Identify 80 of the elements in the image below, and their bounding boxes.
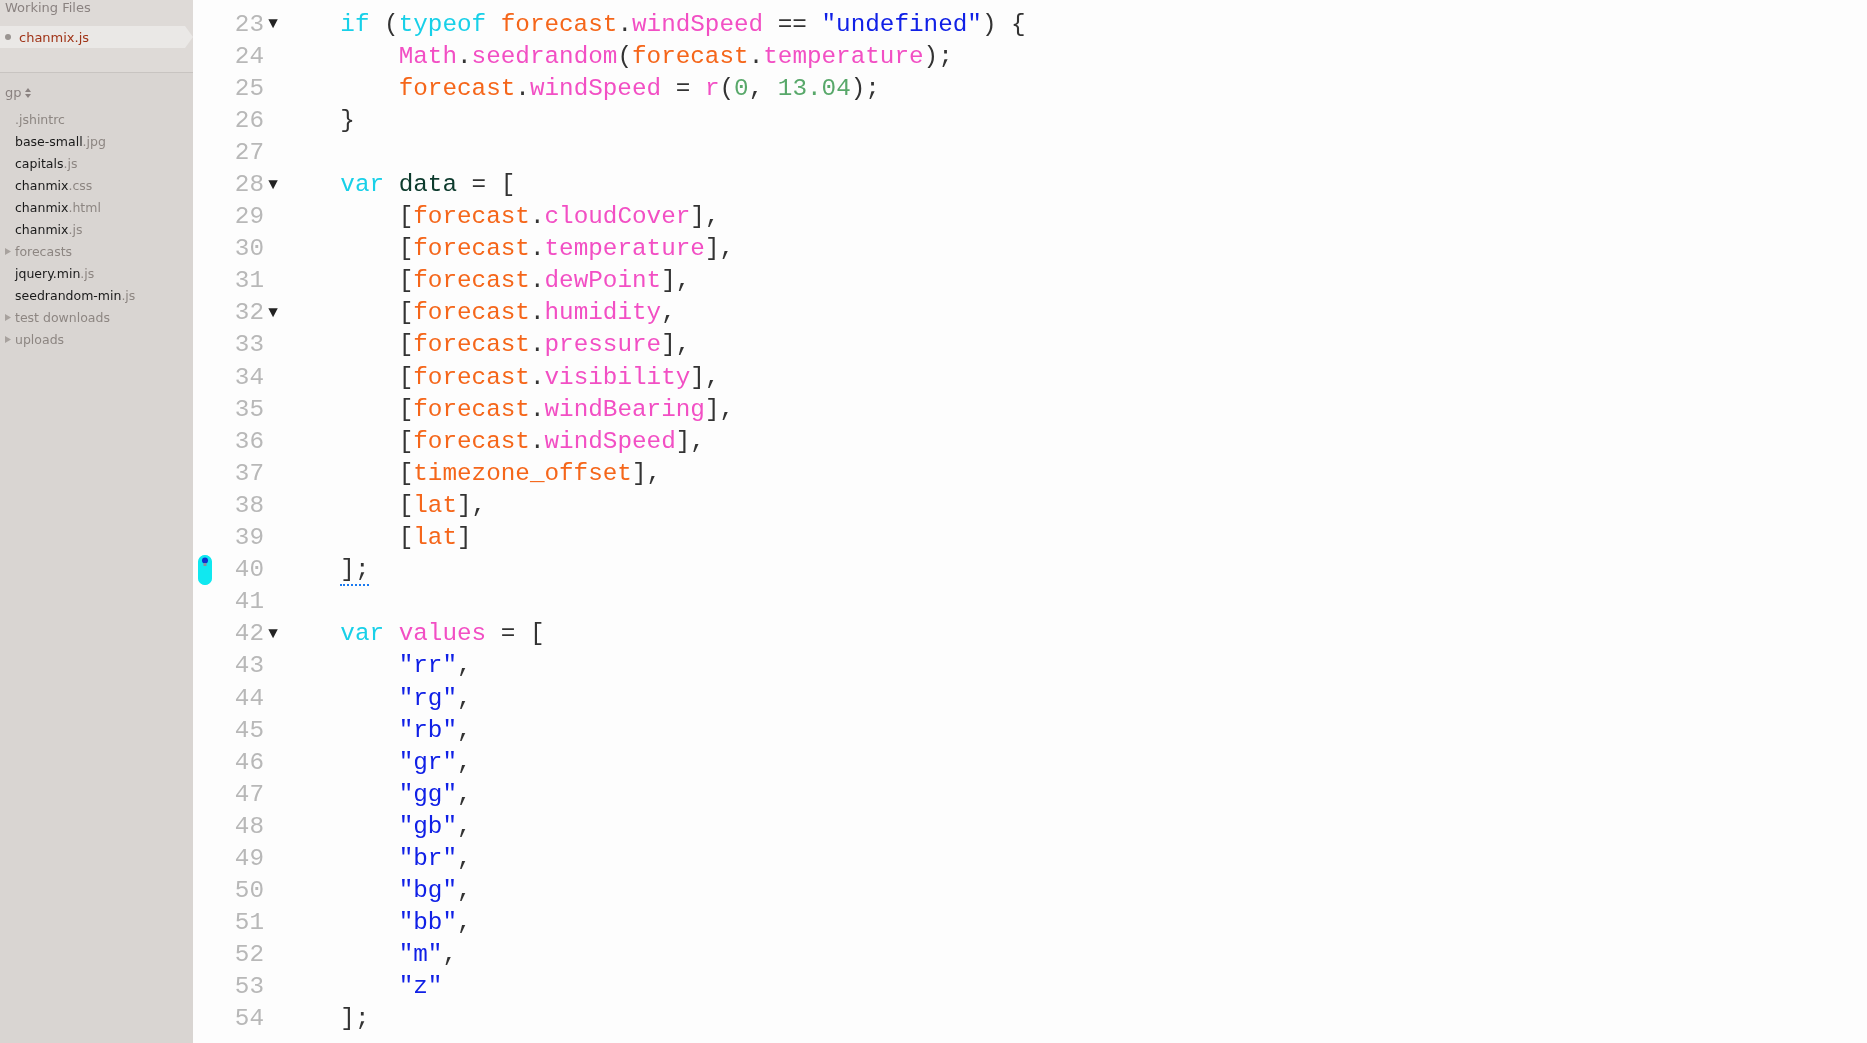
- line-number: 43: [233, 652, 264, 680]
- file-item[interactable]: seedrandom-min.js: [0, 284, 193, 306]
- code-line: var data = [: [339, 171, 516, 198]
- fold-toggle[interactable]: ▼: [268, 303, 278, 322]
- code-line: [forecast.windBearing],: [397, 395, 735, 423]
- fold-toggle[interactable]: ▼: [268, 175, 278, 194]
- line-number: 46: [233, 748, 264, 776]
- line-number: 54: [233, 1005, 264, 1033]
- line-number: 26: [233, 106, 264, 134]
- code-line: [forecast.windSpeed],: [397, 427, 705, 455]
- code-line: var values = [: [339, 620, 545, 648]
- code-line: [lat],: [397, 491, 487, 519]
- line-number: 52: [233, 941, 264, 969]
- code-line: "bg",: [397, 877, 472, 905]
- file-item[interactable]: chanmix.js: [0, 218, 193, 240]
- code-line: "z": [397, 973, 443, 1001]
- line-number: 40: [233, 556, 264, 584]
- code-line: "rb",: [397, 716, 472, 744]
- code-line: if (typeof forecast.windSpeed == "undefined") {: [339, 10, 1026, 38]
- line-number: 48: [233, 812, 264, 840]
- code-line: "gg",: [397, 780, 472, 808]
- code-line: [forecast.pressure],: [397, 331, 691, 359]
- working-file-item[interactable]: chanmix.js: [0, 26, 193, 48]
- line-number: 45: [233, 716, 264, 744]
- file-item[interactable]: capitals.js: [0, 152, 193, 174]
- line-number: 47: [233, 780, 264, 808]
- line-number: 23: [233, 10, 264, 38]
- line-number: 25: [233, 74, 264, 102]
- line-number: 34: [233, 363, 264, 391]
- line-number: 29: [233, 203, 264, 231]
- code-line: ];: [282, 556, 370, 584]
- line-number: 28: [233, 171, 264, 198]
- line-number: 35: [233, 395, 264, 423]
- code-line: [forecast.cloudCover],: [397, 203, 720, 231]
- lightbulb-marker-icon[interactable]: [198, 554, 212, 585]
- code-line: "m",: [397, 941, 457, 969]
- code-line: [forecast.dewPoint],: [397, 267, 691, 295]
- line-number: 50: [233, 877, 264, 905]
- line-number: 37: [233, 459, 264, 487]
- line-number: 44: [233, 684, 264, 712]
- fold-toggle[interactable]: ▼: [268, 15, 278, 34]
- code-line: "br",: [397, 845, 472, 872]
- code-line: "gb",: [397, 812, 472, 840]
- disclosure-triangle-icon[interactable]: [5, 335, 11, 343]
- disclosure-triangle-icon[interactable]: [5, 247, 11, 255]
- code-line: [timezone_offset],: [397, 459, 662, 487]
- code-line: [forecast.visibility],: [397, 363, 720, 391]
- file-item[interactable]: chanmix.css: [0, 174, 193, 196]
- line-number: 33: [233, 331, 264, 359]
- line-number: 38: [233, 491, 264, 519]
- code-line: [lat]: [397, 524, 472, 552]
- code-line: forecast.windSpeed = r(0, 13.04);: [397, 74, 880, 102]
- code-line: "rg",: [397, 684, 472, 712]
- line-number: 31: [233, 267, 264, 295]
- line-number: 39: [233, 524, 264, 552]
- line-number: 51: [233, 909, 264, 937]
- code-line: ];: [339, 1005, 370, 1033]
- disclosure-triangle-icon[interactable]: [5, 313, 11, 321]
- fold-toggle[interactable]: ▼: [268, 624, 278, 643]
- code-line: "rr",: [397, 652, 472, 680]
- line-number: 42: [233, 620, 264, 648]
- working-files-heading: Working Files: [4, 0, 92, 17]
- line-number: 41: [233, 588, 264, 616]
- line-number: 27: [233, 138, 264, 166]
- line-number: 49: [233, 845, 264, 872]
- code-line: Math.seedrandom(forecast.temperature);: [397, 42, 953, 70]
- code-line: [forecast.humidity,: [397, 299, 676, 327]
- file-item[interactable]: base-small.jpg: [0, 130, 193, 152]
- line-number: 36: [233, 427, 264, 455]
- sort-arrows-icon[interactable]: [24, 87, 31, 98]
- code-line: }: [339, 106, 355, 134]
- line-number: 24: [233, 42, 264, 70]
- line-number: 32: [233, 299, 264, 327]
- file-item[interactable]: chanmix.html: [0, 196, 193, 218]
- line-number: 30: [233, 235, 264, 263]
- code-line: "gr",: [397, 748, 472, 776]
- line-number: 53: [233, 973, 264, 1001]
- code-line: "bb",: [397, 909, 472, 937]
- code-line: [forecast.temperature],: [397, 235, 735, 263]
- file-item[interactable]: jquery.min.js: [0, 262, 193, 284]
